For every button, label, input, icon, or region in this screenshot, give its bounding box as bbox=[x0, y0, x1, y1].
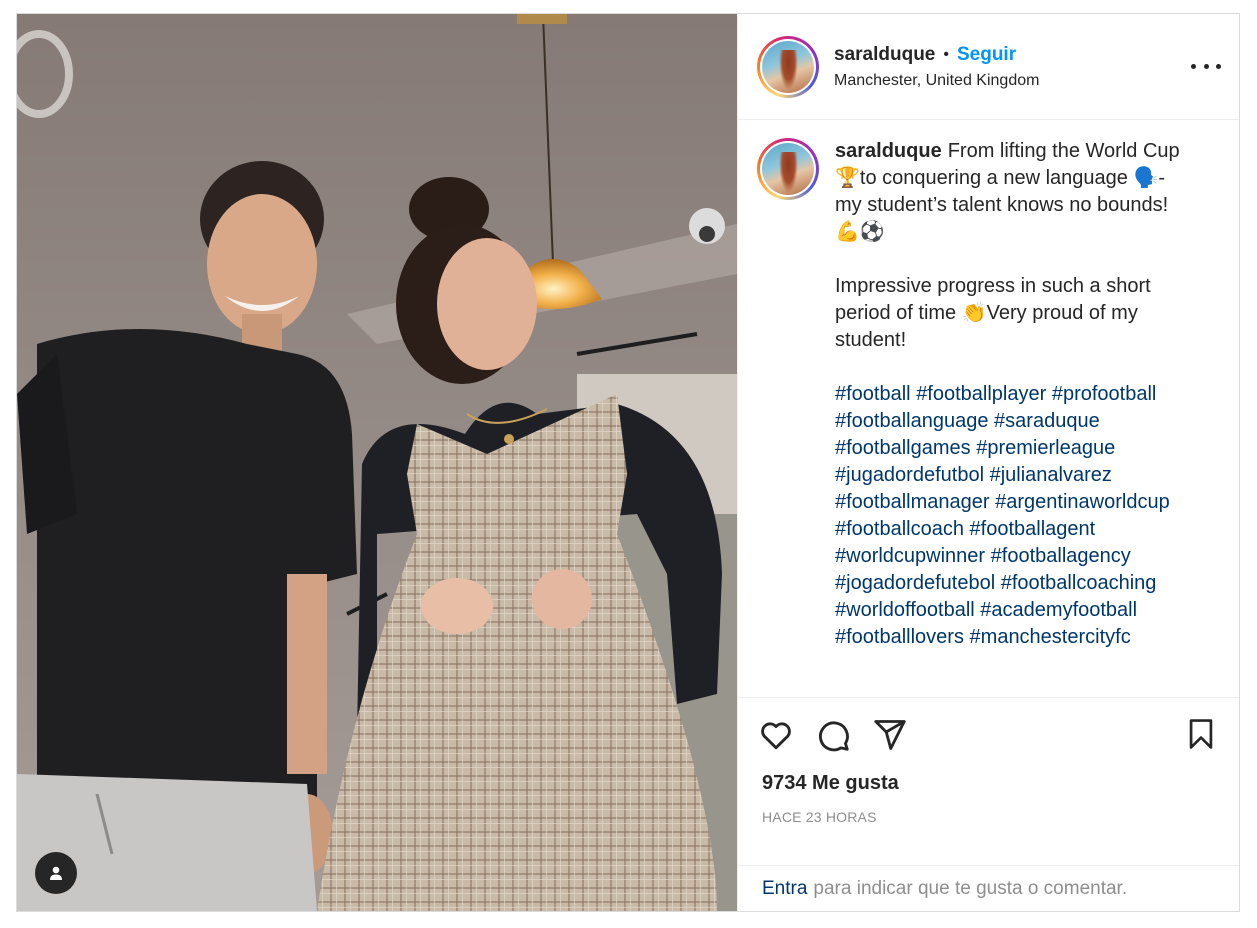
post-header: saralduque • Seguir Manchester, United K… bbox=[738, 14, 1239, 120]
hashtag-link[interactable]: #worldcupwinner bbox=[835, 545, 985, 567]
tagged-users-button[interactable] bbox=[35, 852, 77, 894]
login-prompt-text: para indicar que te gusta o comentar. bbox=[813, 877, 1128, 899]
separator-dot: • bbox=[943, 45, 949, 63]
hashtag-link[interactable]: #worldoffootball bbox=[835, 599, 975, 621]
post-details-panel: saralduque • Seguir Manchester, United K… bbox=[737, 14, 1239, 911]
photo-scene bbox=[17, 14, 737, 911]
instagram-post: saralduque • Seguir Manchester, United K… bbox=[16, 13, 1240, 912]
share-button[interactable] bbox=[870, 715, 910, 755]
comment-icon bbox=[819, 721, 849, 752]
post-timestamp[interactable]: HACE 23 HORAS bbox=[762, 809, 1219, 825]
more-options-icon[interactable] bbox=[1191, 54, 1221, 78]
hashtag-link[interactable]: #footballcoaching bbox=[1001, 572, 1157, 594]
hashtag-link[interactable]: #footballanguage bbox=[835, 410, 988, 432]
caption-text: saralduque From lifting the World Cup 🏆to… bbox=[835, 138, 1195, 697]
hashtag-link[interactable]: #footballgames bbox=[835, 437, 971, 459]
hashtag-link[interactable]: #academyfootball bbox=[980, 599, 1137, 621]
caption-author-avatar[interactable] bbox=[757, 138, 819, 200]
bookmark-icon bbox=[1189, 719, 1213, 749]
caption-username[interactable]: saralduque bbox=[835, 140, 942, 162]
login-link[interactable]: Entra bbox=[762, 878, 807, 900]
hashtag-link[interactable]: #argentinaworldcup bbox=[995, 491, 1170, 513]
author-username[interactable]: saralduque bbox=[834, 44, 935, 66]
caption-line-2: Impressive progress in such a short peri… bbox=[835, 275, 1151, 351]
hashtag-link[interactable]: #profootball bbox=[1052, 383, 1157, 405]
save-button[interactable] bbox=[1181, 714, 1221, 754]
like-button[interactable] bbox=[756, 715, 796, 755]
hashtag-link[interactable]: #footballlovers bbox=[835, 626, 964, 648]
hashtag-link[interactable]: #footballmanager bbox=[835, 491, 990, 513]
caption-section: saralduque From lifting the World Cup 🏆to… bbox=[738, 120, 1239, 697]
hashtag-link[interactable]: #footballagency bbox=[991, 545, 1131, 567]
comment-button[interactable] bbox=[813, 715, 853, 755]
hashtag-link[interactable]: #manchestercityfc bbox=[970, 626, 1131, 648]
paper-plane-icon bbox=[874, 720, 906, 750]
hashtag-link[interactable]: #saraduque bbox=[994, 410, 1100, 432]
actions-area: 9734 Me gusta HACE 23 HORAS bbox=[738, 697, 1239, 865]
hashtag-link[interactable]: #footballagent bbox=[970, 518, 1096, 540]
hashtag-link[interactable]: #footballcoach bbox=[835, 518, 964, 540]
heart-icon bbox=[761, 722, 791, 750]
hashtag-link[interactable]: #footballplayer bbox=[916, 383, 1046, 405]
author-avatar[interactable] bbox=[757, 35, 819, 98]
follow-button[interactable]: Seguir bbox=[957, 44, 1016, 66]
post-location[interactable]: Manchester, United Kingdom bbox=[834, 72, 1039, 90]
hashtag-link[interactable]: #jugadordefutbol bbox=[835, 464, 984, 486]
action-bar bbox=[761, 698, 1219, 772]
hashtag-list: #football #footballplayer #profootball #… bbox=[835, 381, 1195, 651]
user-icon bbox=[50, 866, 62, 880]
hashtag-link[interactable]: #premierleague bbox=[976, 437, 1115, 459]
like-count[interactable]: 9734 Me gusta bbox=[762, 772, 1219, 795]
post-photo[interactable] bbox=[17, 14, 737, 911]
hashtag-link[interactable]: #julianalvarez bbox=[990, 464, 1112, 486]
login-prompt: Entra para indicar que te gusta o coment… bbox=[738, 865, 1239, 911]
hashtag-link[interactable]: #jogadordefutebol bbox=[835, 572, 995, 594]
hashtag-link[interactable]: #football bbox=[835, 383, 911, 405]
